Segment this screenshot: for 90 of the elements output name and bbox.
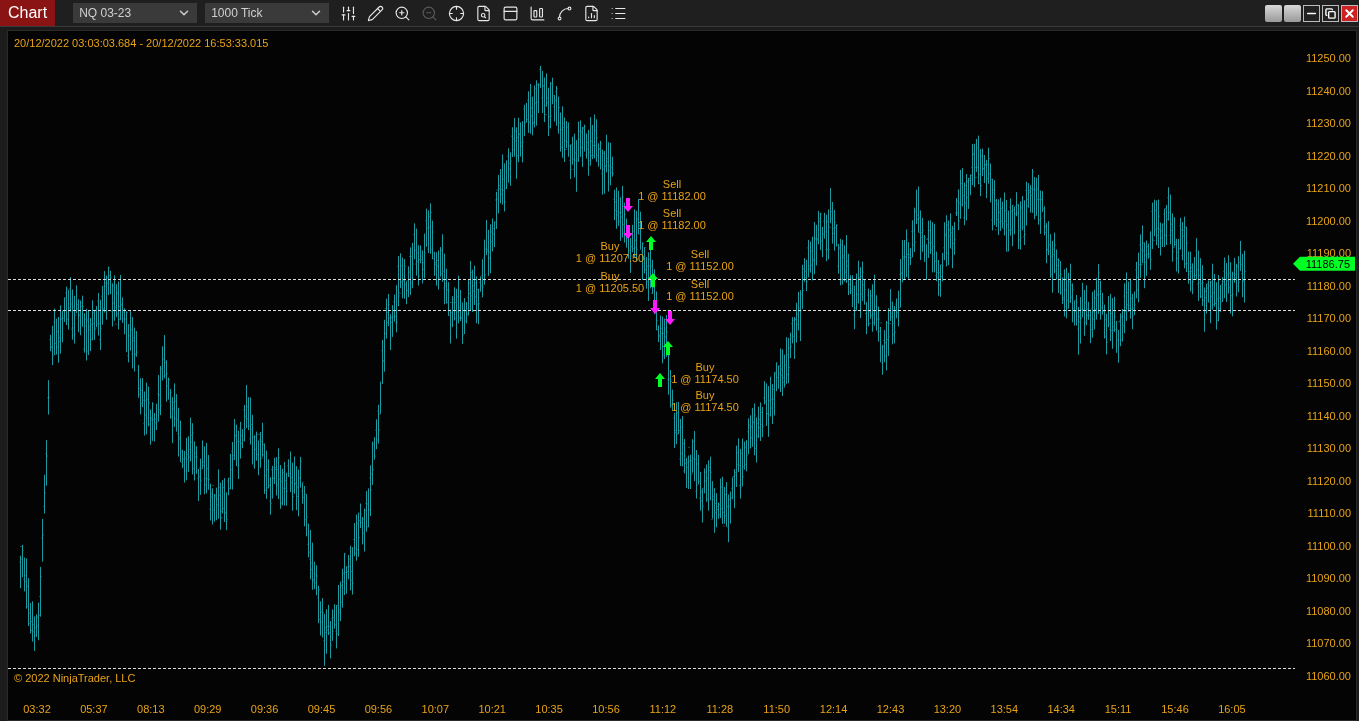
document-search-icon [475, 4, 493, 22]
time-axis-label: 10:21 [478, 703, 506, 715]
time-axis-label: 03:32 [23, 703, 51, 715]
restore-icon [1325, 7, 1336, 19]
time-axis-label: 09:45 [307, 703, 336, 715]
price-axis-label: 11060.00 [1305, 670, 1351, 682]
time-axis-label: 10:56 [592, 703, 620, 715]
up-arrow-icon [648, 273, 658, 287]
trade-detail-label: 1 @ 11174.50 [671, 373, 739, 385]
price-axis-label: 11110.00 [1307, 507, 1351, 520]
price-axis-label: 11130.00 [1306, 442, 1351, 455]
price-axis-label: 11170.00 [1306, 312, 1351, 325]
time-axis-label: 13:20 [933, 703, 962, 715]
date-range: 20/12/2022 03:03:03.684 - 20/12/2022 16:53:33.015 [14, 37, 269, 49]
price-axis-label: 11070.00 [1305, 637, 1351, 650]
time-axis-label: 05:37 [80, 703, 108, 715]
window-button[interactable] [1265, 4, 1282, 22]
price-axis-label: 11200.00 [1305, 214, 1351, 227]
trade-action-label: Buy [600, 270, 620, 282]
trade-action-label: Sell [690, 278, 710, 290]
bar-chart-icon [529, 4, 547, 22]
window-title: Chart [0, 0, 56, 26]
trade-detail-label: 1 @ 11205.50 [575, 282, 645, 294]
price-axis-label: 11210.00 [1305, 182, 1351, 195]
price-axis-label: 11080.00 [1305, 604, 1351, 617]
time-axis-label: 13:54 [990, 703, 1019, 715]
toolbar-button[interactable] [366, 3, 386, 23]
time-axis-label: 16:05 [1218, 703, 1246, 715]
time-axis-label: 09:29 [193, 703, 222, 715]
line-chart-icon [556, 4, 574, 22]
document-chart-icon [583, 4, 601, 22]
trade-detail-label: 1 @ 11182.00 [638, 190, 706, 202]
price-axis-label: 11100.00 [1306, 539, 1351, 552]
up-arrow-icon [646, 236, 656, 250]
down-arrow-icon [650, 300, 660, 314]
time-axis-label: 10:35 [535, 703, 563, 715]
price-axis-label: 11180.00 [1306, 279, 1351, 292]
time-axis-label: 08:13 [137, 703, 165, 715]
time-axis-label: 11:28 [706, 703, 734, 715]
price-axis-label: 11240.00 [1305, 84, 1351, 97]
up-arrow-icon [655, 373, 665, 387]
time-axis-label: 15:11 [1104, 703, 1132, 715]
pencil-icon [367, 4, 385, 22]
zoom-in-icon [394, 4, 412, 22]
time-axis-label: 15:46 [1161, 703, 1189, 715]
last-price-tag: 11186.75 [1293, 256, 1355, 271]
window-button[interactable] [1284, 4, 1301, 22]
price-axis-label: 11230.00 [1305, 117, 1351, 130]
trade-action-label: Sell [662, 207, 682, 219]
close-button[interactable] [1341, 4, 1358, 22]
copyright-text: © 2022 NinjaTrader, LLC [14, 672, 136, 684]
trade-action-label: Buy [600, 240, 620, 252]
time-axis-label: 09:36 [250, 703, 279, 715]
trade-detail-label: 1 @ 11174.50 [671, 401, 739, 413]
price-axis-label: 11250.00 [1305, 52, 1351, 64]
trade-action-label: Sell [690, 248, 710, 260]
time-axis-label: 11:12 [649, 703, 677, 715]
time-axis-label: 10:07 [421, 703, 450, 715]
trade-action-label: Buy [695, 361, 715, 373]
down-arrow-icon [665, 311, 675, 325]
crosshair-icon [448, 4, 466, 22]
trade-detail-label: 1 @ 11152.00 [666, 260, 734, 272]
trade-detail-label: 1 @ 11182.00 [638, 219, 706, 231]
time-axis-label: 11:50 [763, 703, 791, 715]
time-axis-label: 12:14 [819, 703, 848, 715]
time-axis-label: 14:34 [1047, 703, 1075, 715]
price-axis-label: 11160.00 [1306, 344, 1351, 357]
toolbar-button[interactable] [447, 3, 467, 23]
toolbar-button[interactable] [501, 3, 521, 23]
down-arrow-icon [623, 225, 633, 239]
price-axis-label: 11150.00 [1306, 377, 1351, 390]
price-axis-label: 11090.00 [1305, 572, 1351, 585]
up-arrow-icon [663, 341, 673, 355]
price-axis-label: 11120.00 [1306, 474, 1351, 487]
time-axis-label: 12:43 [876, 703, 905, 715]
trade-detail-label: 1 @ 11152.00 [666, 290, 734, 302]
panel-icon [502, 4, 520, 22]
price-axis-label: 11140.00 [1306, 409, 1351, 422]
trade-action-label: Sell [662, 178, 682, 190]
close-icon [1343, 6, 1356, 20]
trade-action-label: Buy [695, 389, 715, 401]
zoom-out-icon [421, 4, 439, 22]
minimize-button[interactable] [1303, 4, 1320, 22]
sliders-icon [340, 4, 358, 22]
restore-button[interactable] [1322, 4, 1339, 22]
down-arrow-icon [623, 198, 633, 212]
interval-dropdown[interactable]: 1000 Tick [205, 3, 330, 23]
price-axis-label: 11220.00 [1305, 149, 1351, 162]
time-axis-label: 09:56 [364, 703, 393, 715]
instrument-dropdown[interactable]: NQ 03-23 [73, 3, 198, 23]
